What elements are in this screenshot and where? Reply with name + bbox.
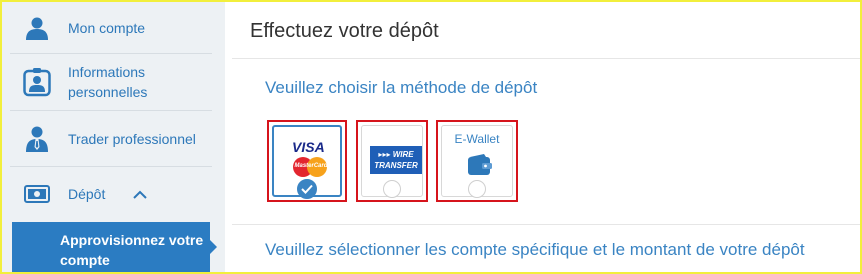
businessman-icon [22, 124, 52, 154]
payment-method-wire[interactable]: ▸▸▸ WIRE TRANSFER [356, 120, 428, 202]
ewallet-label: E-Wallet [454, 132, 500, 146]
section-heading-account: Veuillez sélectionner les compte spécifi… [265, 240, 805, 259]
wallet-icon [467, 154, 493, 181]
sidebar-item-informations[interactable]: Informations personnelles [10, 54, 212, 111]
main-panel: Effectuez votre dépôt Veuillez choisir l… [232, 2, 860, 272]
mastercard-logo: MasterCard [293, 157, 328, 177]
radio-unselected[interactable] [383, 180, 401, 198]
wire-transfer-logo: ▸▸▸ WIRE TRANSFER [370, 146, 422, 174]
chevron-up-icon[interactable] [133, 190, 148, 199]
ewallet-option[interactable]: E-Wallet [441, 125, 513, 198]
payment-method-card[interactable]: VISA MasterCard [267, 120, 347, 202]
sidebar: Mon compte Informations personnelles Tra… [2, 2, 225, 272]
radio-selected[interactable] [297, 179, 317, 199]
sidebar-item-depot[interactable]: Dépôt [10, 167, 212, 221]
card-option[interactable]: VISA MasterCard [272, 125, 342, 199]
divider [232, 224, 860, 225]
page-title: Effectuez votre dépôt [250, 20, 439, 42]
sidebar-item-label: Trader professionnel [68, 130, 196, 147]
wire-option[interactable]: ▸▸▸ WIRE TRANSFER [361, 125, 423, 198]
sidebar-item-label: Mon compte [68, 19, 146, 36]
payment-method-ewallet[interactable]: E-Wallet [436, 120, 518, 202]
sidebar-item-trader-professionnel[interactable]: Trader professionnel [10, 111, 212, 167]
user-icon [22, 13, 52, 43]
sidebar-item-label: Informations personnelles [68, 64, 148, 100]
visa-logo: VISA [292, 139, 325, 155]
id-badge-icon [22, 67, 52, 97]
sidebar-item-mon-compte[interactable]: Mon compte [10, 2, 212, 54]
radio-unselected[interactable] [468, 180, 486, 198]
sidebar-subitem-approvisionnez[interactable]: Approvisionnez votre compte [12, 222, 210, 272]
section-heading-method: Veuillez choisir la méthode de dépôt [265, 78, 538, 97]
banknote-icon [22, 179, 52, 209]
check-icon [301, 184, 313, 194]
divider [232, 58, 860, 59]
sidebar-item-label: Dépôt [68, 186, 106, 202]
active-indicator-arrow [210, 240, 217, 254]
